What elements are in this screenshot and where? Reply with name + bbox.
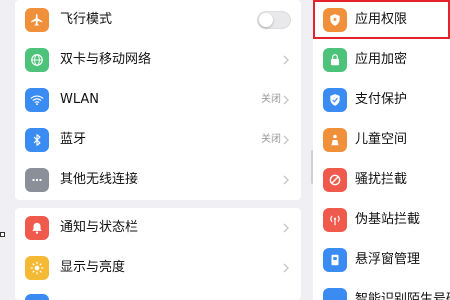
privacy-item-app-permissions[interactable]: 应用权限 — [313, 0, 450, 40]
settings-item-label: 通知与状态栏 — [60, 220, 139, 235]
privacy-item-harassment-block[interactable]: 骚扰拦截 — [313, 160, 450, 200]
settings-group-display: 通知与状态栏 显示与亮度 — [15, 208, 301, 300]
block-icon — [323, 168, 347, 192]
privacy-item-label: 骚扰拦截 — [355, 172, 408, 187]
privacy-item-label: 悬浮窗管理 — [355, 252, 421, 267]
chevron-right-icon — [283, 55, 289, 65]
page: 飞行模式 双卡与移动网络 WLAN 关闭 蓝牙 关闭 其他无线连接 通知与状态栏… — [0, 0, 450, 300]
lock-icon — [323, 48, 347, 72]
settings-item-other-wireless[interactable]: 其他无线连接 — [15, 160, 301, 200]
sun-icon — [25, 256, 49, 280]
bluetooth-icon — [25, 128, 49, 152]
privacy-item-app-encryption[interactable]: 应用加密 — [313, 40, 450, 80]
settings-item-notifications[interactable]: 通知与状态栏 — [15, 208, 301, 248]
privacy-security-panel: 应用权限 应用加密 支付保护 儿童空间 骚扰拦截 伪基站拦截 悬浮窗管理 智能识… — [313, 0, 450, 300]
wlan-status: 关闭 — [261, 94, 281, 105]
airplane-icon — [25, 8, 49, 32]
privacy-item-label: 伪基站拦截 — [355, 212, 421, 227]
settings-item-airplane-mode[interactable]: 飞行模式 — [15, 0, 301, 40]
settings-item-label: WLAN — [60, 92, 100, 107]
globe-icon — [25, 48, 49, 72]
settings-item-label: 双卡与移动网络 — [60, 52, 152, 67]
shield-check-icon — [323, 88, 347, 112]
privacy-item-label: 智能识别陌生号码 — [355, 292, 450, 300]
floating-window-icon — [323, 248, 347, 272]
chevron-right-icon — [283, 175, 289, 185]
settings-item-bluetooth[interactable]: 蓝牙 关闭 — [15, 120, 301, 160]
selection-highlight — [313, 0, 450, 39]
id-icon — [323, 288, 347, 300]
privacy-item-label: 应用加密 — [355, 52, 408, 67]
privacy-item-fake-base-station[interactable]: 伪基站拦截 — [313, 200, 450, 240]
privacy-item-kids-space[interactable]: 儿童空间 — [313, 120, 450, 160]
privacy-item-payment-protection[interactable]: 支付保护 — [313, 80, 450, 120]
settings-item-wlan[interactable]: WLAN 关闭 — [15, 80, 301, 120]
privacy-item-smart-caller-id[interactable]: 智能识别陌生号码 — [313, 280, 450, 300]
chevron-right-icon — [283, 223, 289, 233]
partial-icon — [25, 294, 49, 300]
bluetooth-status: 关闭 — [261, 134, 281, 145]
settings-panel: 飞行模式 双卡与移动网络 WLAN 关闭 蓝牙 关闭 其他无线连接 通知与状态栏… — [15, 0, 314, 300]
privacy-item-label: 支付保护 — [355, 92, 408, 107]
wifi-icon — [25, 88, 49, 112]
more-icon — [25, 168, 49, 192]
toggle-knob — [259, 13, 273, 27]
settings-group-connectivity: 飞行模式 双卡与移动网络 WLAN 关闭 蓝牙 关闭 其他无线连接 — [15, 0, 301, 200]
settings-item-dual-sim[interactable]: 双卡与移动网络 — [15, 40, 301, 80]
settings-item-partial[interactable] — [15, 292, 301, 300]
privacy-item-label: 儿童空间 — [355, 132, 408, 147]
chevron-right-icon — [283, 135, 289, 145]
settings-item-label: 显示与亮度 — [60, 260, 126, 275]
edge-marker — [0, 232, 5, 237]
settings-item-label: 飞行模式 — [60, 12, 113, 27]
settings-item-label: 其他无线连接 — [60, 172, 139, 187]
settings-item-display-brightness[interactable]: 显示与亮度 — [15, 248, 301, 288]
child-icon — [323, 128, 347, 152]
bell-icon — [25, 216, 49, 240]
chevron-right-icon — [283, 95, 289, 105]
airplane-mode-toggle[interactable] — [257, 11, 291, 29]
privacy-item-floating-window[interactable]: 悬浮窗管理 — [313, 240, 450, 280]
chevron-right-icon — [283, 263, 289, 273]
antenna-icon — [323, 208, 347, 232]
settings-item-label: 蓝牙 — [60, 132, 87, 147]
